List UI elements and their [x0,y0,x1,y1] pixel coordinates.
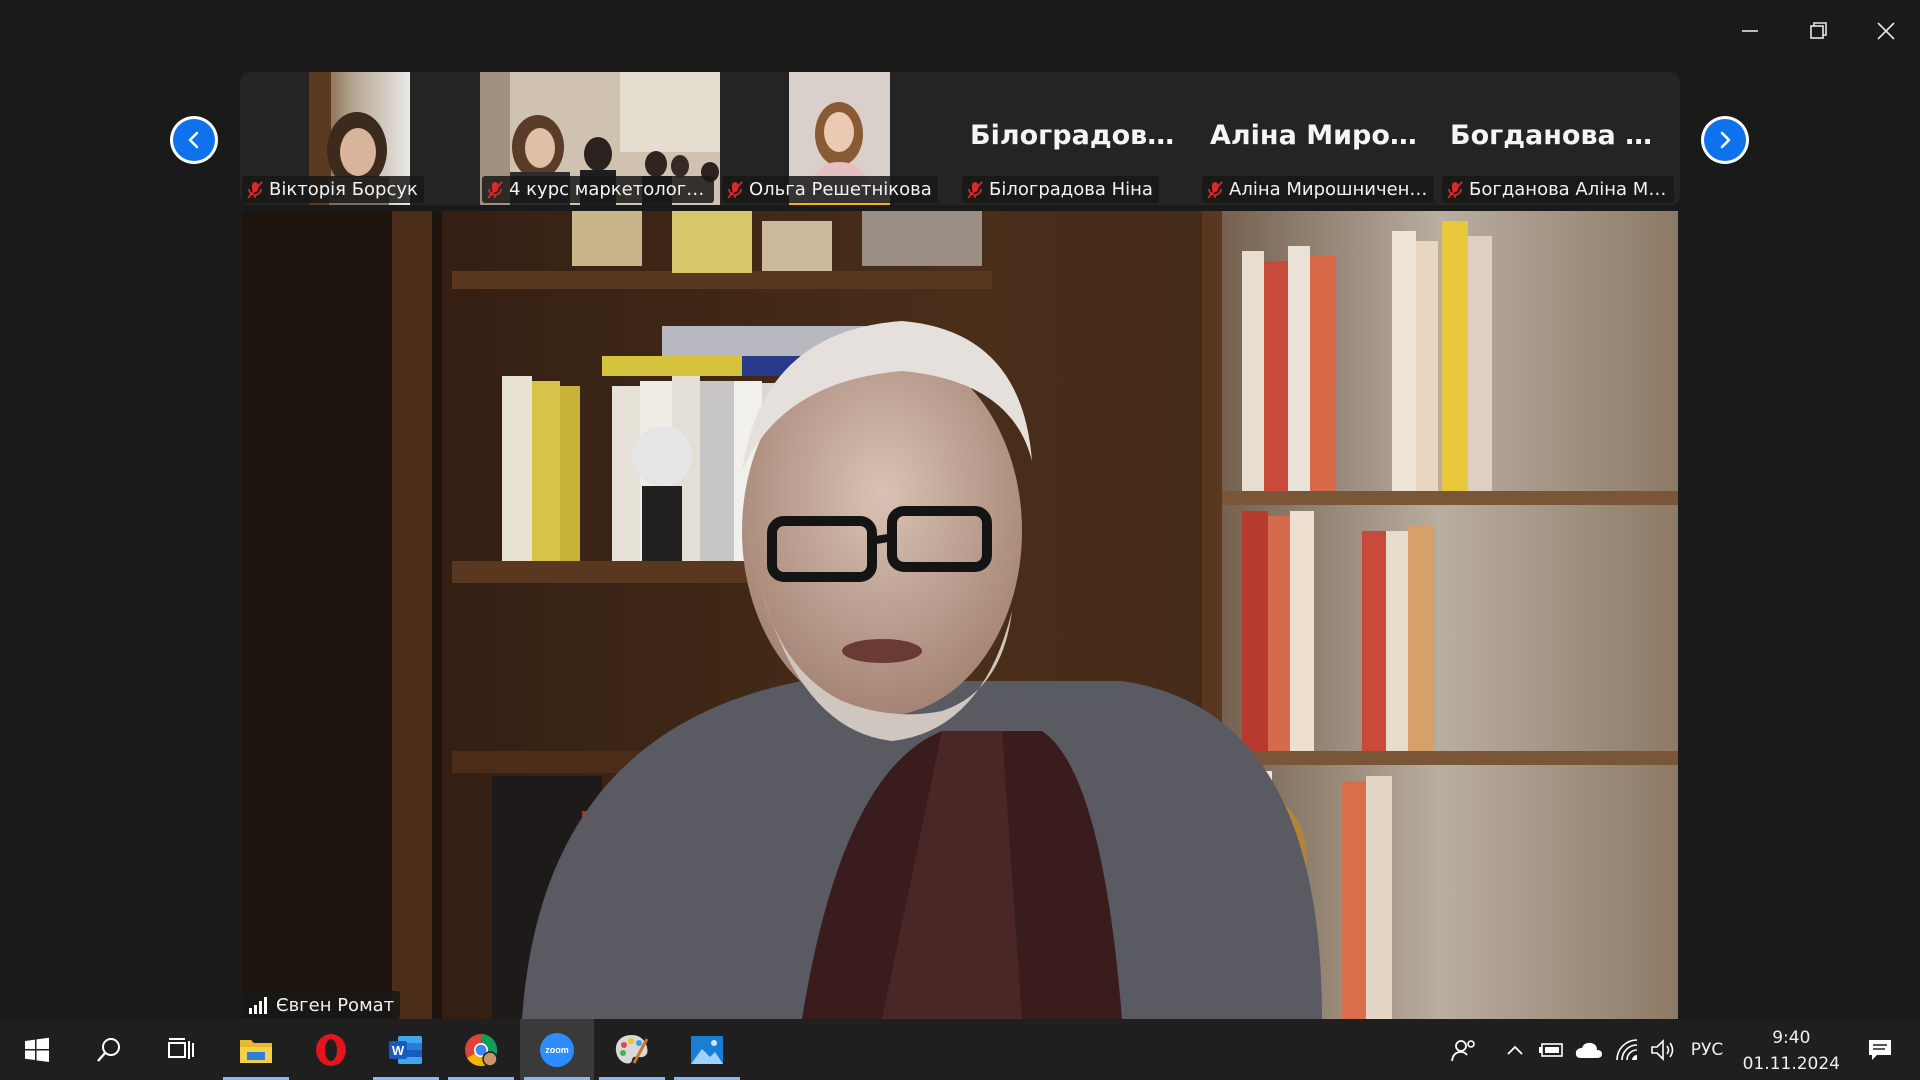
minimize-icon [1742,30,1758,32]
mic-muted-icon [967,180,983,199]
cloud-icon [1575,1042,1602,1058]
participant-name-bar: Богданова Аліна МР-... [1442,176,1674,203]
notification-icon [1869,1039,1891,1060]
participant-display-name: Аліна Мирошн... [1210,120,1436,151]
participant-tile[interactable]: Аліна Мирошн... Аліна Мирошниченко [1200,72,1436,205]
task-view-button[interactable] [144,1019,218,1080]
close-icon [1877,22,1895,40]
participant-tile[interactable]: Ольга Решетнікова [720,72,956,205]
participant-name: Ольга Решетнікова [749,179,932,200]
participant-name: Богданова Аліна МР-... [1469,179,1668,200]
window-controls [1716,0,1920,62]
restore-button[interactable] [1784,0,1852,62]
search-icon [97,1037,120,1062]
input-language-button[interactable]: РУС [1684,1019,1730,1080]
participant-tile[interactable]: Вікторія Борсук [240,72,476,205]
participant-tile[interactable]: 4 курс маркетологів ... [480,72,720,205]
participant-name: Аліна Мирошниченко [1229,179,1428,200]
task-view-icon [168,1037,194,1059]
action-center-button[interactable] [1850,1019,1910,1080]
input-language: РУС [1690,1039,1724,1060]
people-icon [1451,1039,1475,1061]
opera-icon [316,1033,346,1066]
search-button[interactable] [72,1019,146,1080]
mic-muted-icon [247,180,263,199]
photos-icon [691,1035,723,1064]
participant-name-bar: Ольга Решетнікова [722,176,938,203]
participant-name-bar: Білоградова Ніна [962,176,1159,203]
participant-name-bar: Вікторія Борсук [242,176,424,203]
chevron-up-icon [1507,1045,1523,1055]
active-speaker-video [242,211,1678,1019]
volume-button[interactable] [1646,1019,1680,1080]
zoom-button[interactable]: zoom [520,1019,594,1080]
speaker-icon [1651,1038,1674,1061]
zoom-icon: zoom [540,1032,574,1067]
signal-strength-icon [249,997,267,1014]
word-icon: W [389,1035,422,1064]
chevron-left-icon [188,131,199,149]
participant-name-bar: Аліна Мирошниченко [1202,176,1434,203]
participant-name-bar: 4 курс маркетологів ... [482,176,714,203]
onedrive-button[interactable] [1572,1019,1606,1080]
active-speaker-name: Євген Ромат [276,994,395,1016]
participant-name: Білоградова Ніна [989,179,1153,200]
participant-tile[interactable]: Білоградова Ні... Білоградова Ніна [960,72,1196,205]
battery-icon [1539,1042,1563,1057]
word-button[interactable]: W [369,1019,443,1080]
paint-palette-icon [615,1034,649,1064]
participant-strip: Вікторія Борсук 4 курс маркетологів ... … [240,72,1680,205]
close-button[interactable] [1852,0,1920,62]
clock-time: 9:40 [1772,1028,1811,1048]
zoom-meeting-window: Вікторія Борсук 4 курс маркетологів ... … [0,0,1920,1080]
participant-tile[interactable]: Богданова Алі... Богданова Аліна МР-... [1440,72,1676,205]
clock-date: 01.11.2024 [1742,1054,1840,1074]
mic-muted-icon [487,180,503,199]
mic-muted-icon [727,180,743,199]
mic-muted-icon [1447,180,1463,199]
file-explorer-button[interactable] [219,1019,293,1080]
show-hidden-icons-button[interactable] [1500,1019,1530,1080]
participant-display-name: Богданова Алі... [1450,120,1676,151]
restore-icon [1810,22,1827,39]
network-button[interactable] [1610,1019,1644,1080]
participant-display-name: Білоградова Ні... [970,120,1196,151]
wifi-icon [1616,1038,1638,1060]
gallery-next-button[interactable] [1701,116,1749,164]
paint-button[interactable] [595,1019,669,1080]
zoom-icon-label: zoom [545,1045,569,1055]
gallery-prev-button[interactable] [170,116,218,164]
participant-name: Вікторія Борсук [269,179,418,200]
active-speaker-name-bar: Євген Ромат [242,991,401,1019]
chrome-icon [465,1033,498,1067]
people-button[interactable] [1444,1019,1484,1080]
opera-button[interactable] [294,1019,368,1080]
start-button[interactable] [0,1019,74,1080]
windows-logo-icon [25,1037,49,1062]
mic-muted-icon [1207,180,1223,199]
participant-name: 4 курс маркетологів ... [509,179,708,200]
chevron-right-icon [1720,131,1731,149]
clock[interactable]: 9:40 01.11.2024 [1743,1025,1840,1077]
windows-taskbar: W zoom РУС 9:40 01.11.2024 [0,1019,1920,1080]
battery-button[interactable] [1536,1019,1568,1080]
chrome-button[interactable] [444,1019,518,1080]
word-icon-letter: W [392,1043,405,1058]
minimize-button[interactable] [1716,0,1784,62]
folder-icon [240,1039,272,1063]
photos-button[interactable] [670,1019,744,1080]
